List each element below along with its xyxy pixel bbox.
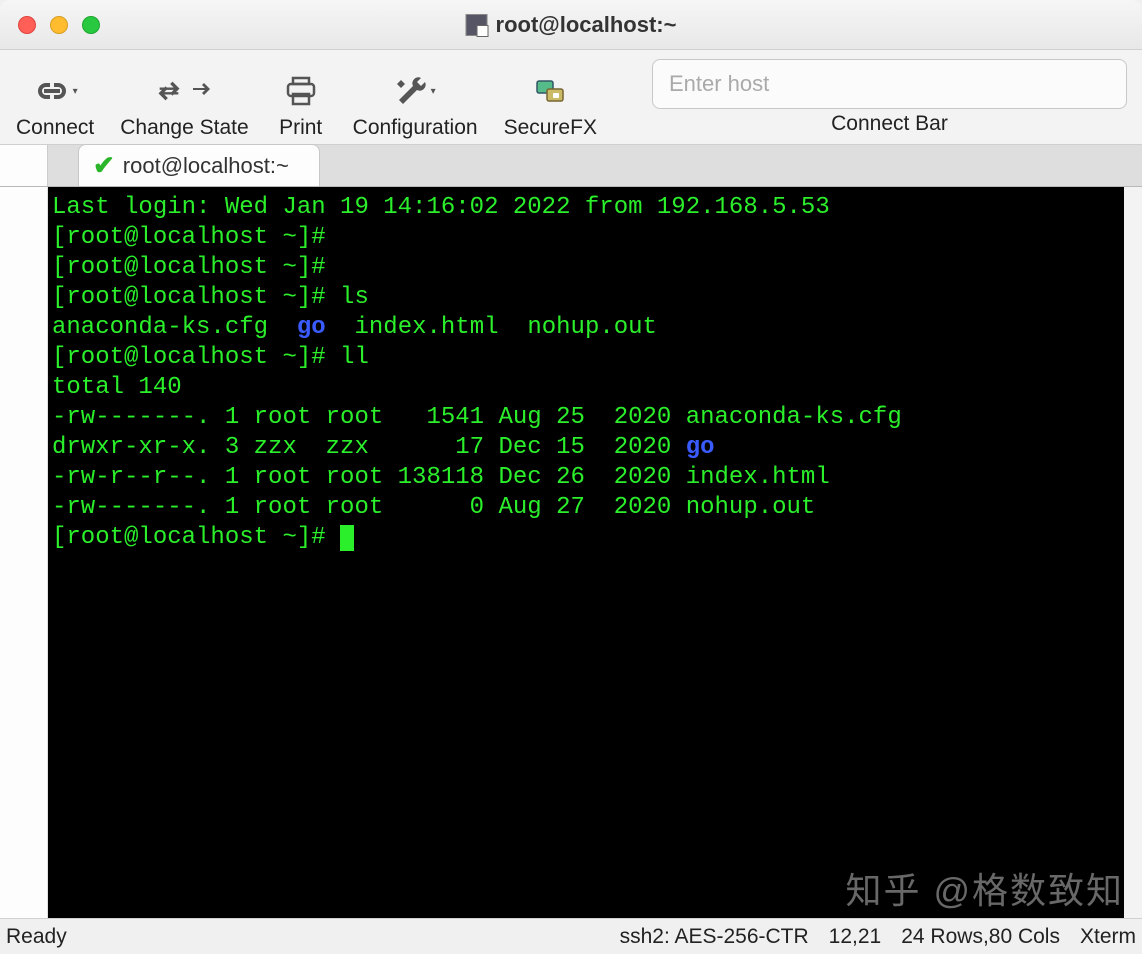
status-protocol: ssh2: AES-256-CTR [620, 925, 809, 949]
wrench-icon: ▾ [395, 66, 436, 116]
securefx-button[interactable]: SecureFX [500, 52, 601, 142]
connect-bar-section: Connect Bar [649, 59, 1130, 136]
minimize-window-button[interactable] [50, 16, 68, 34]
prompt: [root@localhost ~]# [52, 344, 340, 371]
printer-icon [285, 66, 317, 116]
prompt: [root@localhost ~]# [52, 224, 340, 251]
tab-side-panel[interactable] [0, 145, 48, 186]
chevron-down-icon: ▾ [73, 86, 78, 97]
terminal-line: -rw-------. 1 root root 1541 Aug 25 2020… [52, 404, 902, 431]
print-label: Print [279, 116, 322, 140]
prompt: [root@localhost ~]# [52, 284, 340, 311]
link-icon: ▾ [33, 66, 78, 116]
status-term: Xterm [1080, 925, 1136, 949]
statusbar: Ready ssh2: AES-256-CTR 12,21 24 Rows,80… [0, 918, 1142, 954]
terminal-app-icon [466, 14, 488, 36]
securefx-label: SecureFX [504, 116, 597, 140]
toolbar: ▾ Connect Change State Print ▾ Configura… [0, 50, 1142, 145]
change-state-label: Change State [120, 116, 248, 140]
terminal-view[interactable]: Last login: Wed Jan 19 14:16:02 2022 fro… [48, 187, 1124, 918]
window-title: root@localhost:~ [466, 12, 677, 38]
dir-entry: go [297, 314, 326, 341]
securefx-icon [535, 66, 565, 116]
terminal-line: -rw-r--r--. 1 root root 138118 Dec 26 20… [52, 464, 830, 491]
configuration-button[interactable]: ▾ Configuration [349, 52, 482, 142]
prompt: [root@localhost ~]# [52, 254, 340, 281]
file-entry: index.html [354, 314, 498, 341]
window-controls [0, 16, 100, 34]
host-input[interactable] [652, 59, 1127, 109]
command: ll [340, 344, 369, 371]
status-cursor: 12,21 [829, 925, 882, 949]
terminal-line: drwxr-xr-x. 3 zzx zzx 17 Dec 15 2020 [52, 434, 686, 461]
terminal-line: total 140 [52, 374, 182, 401]
prompt: [root@localhost ~]# [52, 524, 340, 551]
titlebar: root@localhost:~ [0, 0, 1142, 50]
terminal-line: Last login: Wed Jan 19 14:16:02 2022 fro… [52, 194, 830, 221]
connect-label: Connect [16, 116, 94, 140]
command: ls [340, 284, 369, 311]
main-area: Last login: Wed Jan 19 14:16:02 2022 fro… [0, 187, 1142, 918]
connect-bar-label: Connect Bar [831, 112, 948, 136]
cursor [340, 525, 354, 551]
session-sidebar[interactable] [0, 187, 48, 918]
file-entry: anaconda-ks.cfg [52, 314, 268, 341]
check-icon: ✔ [93, 150, 115, 181]
chevron-down-icon: ▾ [431, 86, 436, 97]
session-tab[interactable]: ✔ root@localhost:~ [78, 144, 320, 186]
status-ready: Ready [6, 925, 67, 949]
app-window: root@localhost:~ ▾ Connect Change State … [0, 0, 1142, 954]
dir-entry: go [686, 434, 715, 461]
window-title-text: root@localhost:~ [496, 12, 677, 38]
scrollbar[interactable] [1124, 187, 1142, 918]
terminal-line: -rw-------. 1 root root 0 Aug 27 2020 no… [52, 494, 815, 521]
reconnect-icon [155, 66, 213, 116]
configuration-label: Configuration [353, 116, 478, 140]
close-window-button[interactable] [18, 16, 36, 34]
tab-strip: ✔ root@localhost:~ [0, 145, 1142, 187]
connect-button[interactable]: ▾ Connect [12, 52, 98, 142]
maximize-window-button[interactable] [82, 16, 100, 34]
file-entry: nohup.out [527, 314, 657, 341]
change-state-button[interactable]: Change State [116, 52, 252, 142]
print-button[interactable]: Print [271, 52, 331, 142]
status-size: 24 Rows,80 Cols [901, 925, 1060, 949]
tab-label: root@localhost:~ [123, 153, 289, 179]
